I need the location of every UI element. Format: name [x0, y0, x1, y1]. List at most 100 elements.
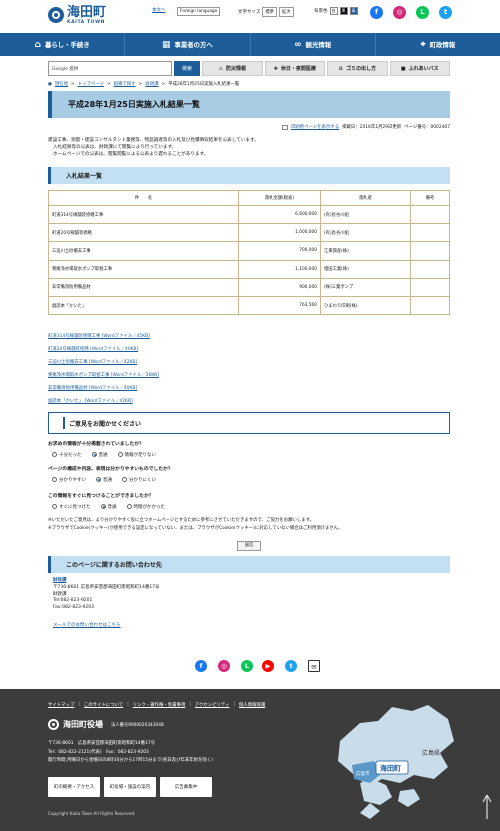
page-top-arrow-icon[interactable] [482, 793, 492, 821]
attachment-list: 町道314号線舗装修繕工事 [Wordファイル／45KB] 町道20号線舗装修繕… [48, 331, 159, 408]
footer-link-accessibility[interactable]: アクセシビリティ [195, 702, 230, 708]
breadcrumb-top[interactable]: トップページ [78, 81, 104, 87]
radio-button[interactable] [96, 477, 101, 482]
cell-subject: 非常備消防用備品材 [48, 277, 239, 297]
radio-button[interactable] [100, 504, 106, 509]
col-winner: 落札者 [320, 190, 411, 206]
page-number: ページ番号：0002467 [404, 125, 450, 130]
breadcrumb-current-place[interactable]: 現在地 [55, 81, 68, 87]
radio-button[interactable] [117, 452, 123, 457]
radio-option[interactable]: 十分だった [52, 452, 82, 458]
text-size-label: 文字サイズ [238, 10, 261, 15]
survey-note-2: ※ブラウザでCookie(クッキー)が使用できる設定になっていない、または、ブラ… [48, 526, 343, 531]
map-label-prefecture: 広島県 [422, 749, 440, 757]
nav-business-label: 事業者の方へ [174, 41, 213, 49]
text-size-standard-button[interactable]: 標準 [262, 7, 277, 17]
print-link[interactable]: 印刷用ページを表示する [291, 124, 339, 130]
footer-btn-ads[interactable]: 広告募集中 [160, 777, 212, 797]
nav-tourism-label: 観光情報 [305, 41, 332, 49]
attachment-link[interactable]: 町道314号線舗装修繕工事 [Wordファイル／45KB] [48, 331, 159, 344]
radio-button[interactable] [52, 504, 57, 509]
contact-fax: Fax:082-823-9203 [53, 605, 94, 610]
breadcrumb-org[interactable]: 組織で探す [114, 81, 136, 87]
text-size-large-button[interactable]: 拡大 [278, 7, 294, 17]
location-pin-icon: ● [48, 81, 52, 87]
option-label: すぐに見つけた [59, 505, 91, 510]
radio-button[interactable] [52, 452, 57, 457]
quick-bus[interactable]: ■ ふれあいバス [389, 61, 450, 76]
contact-dept-link[interactable]: 財政課 [53, 578, 160, 585]
footer-hours: 開庁時間:月曜日から金曜日の8時30分から17時15分まで(祝日及び年末年始を除… [48, 758, 213, 764]
cell-subject: 副読本「かいた」 [48, 295, 239, 316]
cell-amount: 6,600,000 [238, 204, 321, 225]
cell-remarks [410, 223, 450, 243]
mail-icon[interactable]: ✉ [308, 660, 320, 672]
col-remarks: 備考 [410, 190, 450, 206]
attachment-link[interactable]: 三迫川土砂撤去工事 [Wordファイル／42KB] [48, 357, 159, 370]
language-select[interactable]: Foreign language [177, 7, 221, 16]
line-icon[interactable]: L [416, 6, 429, 19]
footer-separator: | [233, 702, 235, 707]
footer-btn-facilities[interactable]: 町役場・施設の案内 [104, 777, 156, 797]
quick-medical[interactable]: ✚ 休日・夜間医療 [264, 61, 325, 76]
footer-link-copyright[interactable]: リンク・著作権・免責事項 [133, 702, 186, 708]
breadcrumb-separator: > [161, 81, 166, 87]
bg-black-button[interactable]: 黒 [339, 7, 348, 15]
footer-link-privacy[interactable]: 個人情報保護 [239, 702, 265, 708]
nav-government[interactable]: ⌖ 町政情報 [376, 33, 500, 56]
radio-option[interactable]: 分かりやすい [52, 477, 86, 483]
updated-date: 掲載日：2016年1月29日更新 [342, 125, 402, 130]
site-footer: サイトマップ | このサイトについて | リンク・著作権・免責事項 | アクセシビリテ… [0, 689, 500, 831]
bg-blue-button[interactable]: 青 [349, 7, 358, 15]
nav-tourism[interactable]: ∞ 観光情報 [251, 33, 376, 56]
footer-btn-overview[interactable]: 町の概要・アクセス [48, 777, 100, 797]
site-header: 海田町 KAITA TOWN 本文へ Foreign language 文字サイ… [0, 0, 500, 32]
radio-button[interactable] [52, 477, 57, 482]
quick-disaster-label: 防災情報 [225, 66, 246, 72]
radio-option[interactable]: 普通 [100, 504, 117, 510]
results-table: 件 名 落札金額(税抜) 落札者 備考 町道314号線舗装修繕工事 6,600,0… [48, 190, 450, 316]
quick-disaster[interactable]: ⚠ 防災情報 [202, 61, 263, 76]
line-icon[interactable]: L [241, 660, 253, 672]
nav-business[interactable]: ▦ 事業者の方へ [125, 33, 251, 56]
cell-winner: (株)三葉ポンプ [320, 277, 411, 297]
radio-option[interactable]: 普通 [91, 452, 108, 458]
footer-link-sitemap[interactable]: サイトマップ [48, 702, 74, 708]
twitter-icon[interactable]: t [285, 660, 297, 672]
radio-button[interactable] [91, 452, 97, 457]
nav-living[interactable]: ⌂ 暮らし・手続き [0, 33, 126, 56]
bg-white-button[interactable]: 白 [329, 7, 338, 15]
facebook-icon[interactable]: f [195, 660, 207, 672]
breadcrumb-dept[interactable]: 財政課 [145, 81, 158, 87]
hiroshima-map: 広島県 広島市 海田町 [338, 705, 454, 819]
footer-office-name: 海田町役場 [63, 720, 103, 729]
nav-government-label: 町政情報 [429, 41, 456, 49]
facebook-icon[interactable]: f [370, 6, 383, 19]
radio-button[interactable] [122, 477, 127, 482]
instagram-icon[interactable]: ◎ [218, 660, 230, 672]
attachment-link[interactable]: 鷲尾浄水場取水ポンプ取替工事 [Wordファイル／36KB] [48, 370, 159, 383]
youtube-icon[interactable]: ▶ [262, 660, 274, 672]
twitter-icon[interactable]: t [439, 6, 452, 19]
instagram-icon[interactable]: ◎ [393, 6, 406, 19]
radio-option[interactable]: すぐに見つけた [52, 504, 91, 510]
radio-option[interactable]: 時間がかかった [126, 504, 165, 510]
send-button[interactable]: 送信 [237, 541, 261, 551]
search-button[interactable]: 検索 [174, 61, 200, 76]
mail-inquiry-link[interactable]: メールでのお問い合わせはこちら [53, 622, 121, 628]
warning-icon: ⚠ [218, 65, 223, 72]
quick-garbage[interactable]: ♻ ゴミの出し方 [327, 61, 388, 76]
map-island-shape [360, 803, 380, 819]
footer-link-about[interactable]: このサイトについて [84, 702, 123, 708]
radio-option[interactable]: 情報が足りない [117, 452, 156, 458]
search-input[interactable]: Google 提供 [48, 61, 172, 76]
attachment-link[interactable]: 副読本「かいた」 [Wordファイル／47KB] [48, 396, 159, 409]
radio-button[interactable] [126, 504, 132, 509]
radio-option[interactable]: 普通 [96, 477, 112, 483]
radio-option[interactable]: 分かりにくい [122, 477, 156, 483]
site-logo[interactable]: 海田町 KAITA TOWN [48, 6, 106, 28]
attachment-link[interactable]: 町道20号線舗装修繕 [Wordファイル／40KB] [48, 344, 159, 357]
cell-remarks [410, 295, 450, 316]
attachment-link[interactable]: 非常備消防用備品材 [Wordファイル／40KB] [48, 383, 159, 396]
skip-to-content-link[interactable]: 本文へ [152, 7, 166, 13]
